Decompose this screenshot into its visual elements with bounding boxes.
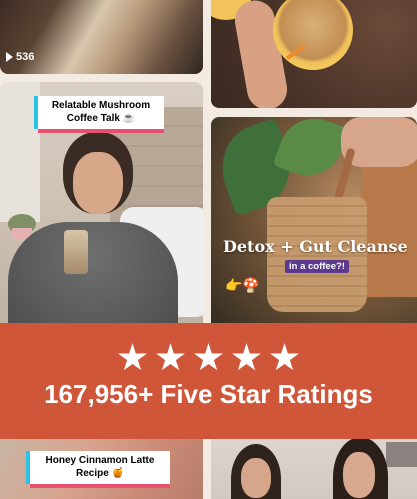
card-title-line1: Relatable Mushroom (51, 100, 151, 111)
star-rating (0, 343, 417, 373)
video-title-card-latte: Honey Cinnamon Latte Recipe 🍯 (30, 451, 170, 484)
card-title-line2: Coffee Talk ☕ (66, 112, 136, 124)
view-count-value: 536 (16, 51, 35, 63)
detox-overlay-title: Detox + Gut Cleanse (223, 237, 408, 256)
person-face-image (343, 452, 375, 498)
iced-coffee-image (64, 230, 88, 274)
detox-overlay-subtitle: in a coffee?! (285, 260, 349, 273)
video-tile-6[interactable] (211, 432, 417, 499)
star-icon (118, 343, 147, 371)
star-icon (156, 343, 185, 371)
ratings-count-text: 167,956+ Five Star Ratings (44, 379, 373, 409)
video-tile-4[interactable]: Detox + Gut Cleanse in a coffee?! 👉🍄 (211, 117, 417, 330)
star-icon (194, 343, 223, 371)
play-icon (6, 52, 13, 62)
card-title-line2: Recipe 🍯 (75, 467, 125, 479)
pointing-hand-mushroom-icon: 👉🍄 (225, 277, 260, 293)
video-tile-1[interactable]: 536 (0, 0, 203, 74)
person-head-image (73, 152, 123, 214)
person-sweater-image (8, 222, 178, 330)
card-title-line1: Honey Cinnamon Latte (45, 455, 155, 466)
person-face-image (241, 458, 271, 498)
window-image (0, 82, 40, 222)
video-title-card-mushroom: Relatable Mushroom Coffee Talk ☕ (38, 96, 164, 129)
product-box-image (361, 157, 417, 297)
rating-banner: 167,956+ Five Star Ratings (0, 323, 417, 439)
video-tile-2[interactable] (211, 0, 417, 108)
star-icon (232, 343, 261, 371)
view-count: 536 (6, 51, 34, 63)
shelf-image (386, 442, 417, 467)
star-icon (270, 343, 299, 371)
latte-cup-image (273, 0, 353, 70)
